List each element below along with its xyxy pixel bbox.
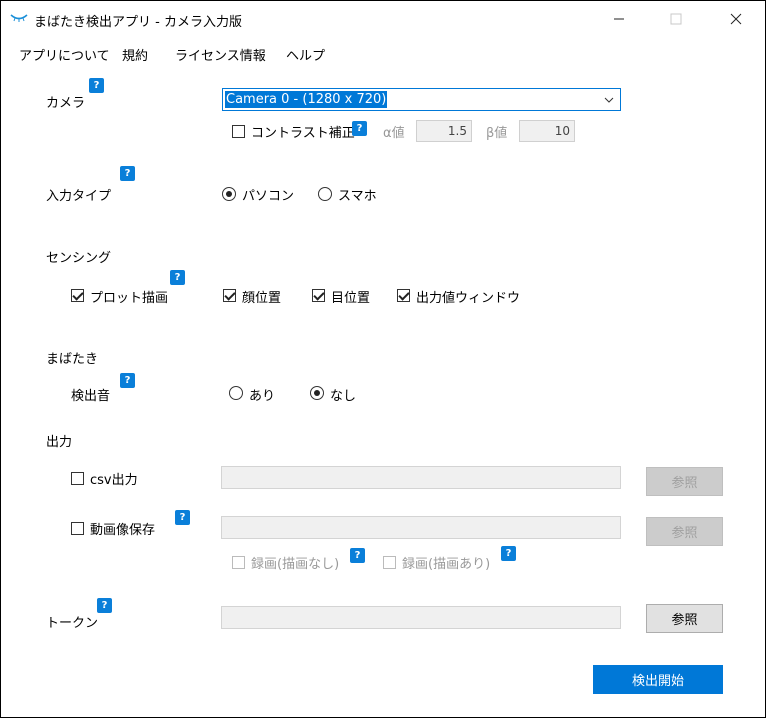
video-path-field <box>221 516 621 539</box>
record-draw-checkbox <box>383 556 396 569</box>
camera-select-value: Camera 0 - (1280 x 720) <box>225 91 388 108</box>
radio-pc[interactable] <box>222 187 236 201</box>
record-no-draw-help-button[interactable]: ? <box>350 548 365 563</box>
blink-label: まばたき <box>46 352 99 367</box>
beta-label: β値 <box>486 126 508 141</box>
maximize-icon <box>670 13 682 25</box>
record-no-draw-checkbox <box>232 556 245 569</box>
radio-sound-on-label: あり <box>249 389 276 404</box>
camera-label: カメラ <box>46 96 86 111</box>
menu-terms[interactable]: 規約 <box>122 45 148 64</box>
plot-checkbox[interactable] <box>71 289 84 302</box>
csv-path-field <box>221 466 621 489</box>
csv-label: csv出力 <box>90 473 138 488</box>
close-icon <box>730 13 742 25</box>
radio-sound-on[interactable] <box>229 386 243 400</box>
camera-help-button[interactable]: ? <box>89 78 104 93</box>
contrast-checkbox[interactable] <box>232 125 245 138</box>
app-eye-icon <box>10 14 28 22</box>
window-title: まばたき検出アプリ - カメラ入力版 <box>34 15 242 30</box>
start-detection-button[interactable]: 検出開始 <box>593 665 723 694</box>
title-bar: まばたき検出アプリ - カメラ入力版 <box>1 1 765 37</box>
video-browse-button: 参照 <box>646 517 723 546</box>
radio-sound-off[interactable] <box>310 386 324 400</box>
detect-sound-help-button[interactable]: ? <box>120 373 135 388</box>
maximize-button <box>653 1 699 37</box>
csv-checkbox[interactable] <box>71 472 84 485</box>
beta-input[interactable]: 10 <box>519 120 575 142</box>
menu-help[interactable]: ヘルプ <box>286 45 325 64</box>
token-browse-button[interactable]: 参照 <box>646 604 723 633</box>
plot-label: プロット描画 <box>90 291 169 306</box>
menu-license[interactable]: ライセンス情報 <box>175 45 266 64</box>
output-window-label: 出力値ウィンドウ <box>416 291 521 306</box>
output-window-checkbox[interactable] <box>397 289 410 302</box>
eye-position-checkbox[interactable] <box>312 289 325 302</box>
plot-help-button[interactable]: ? <box>170 270 185 285</box>
output-label: 出力 <box>46 435 73 450</box>
close-button[interactable] <box>713 1 759 37</box>
chevron-down-icon <box>604 97 614 103</box>
face-position-label: 顔位置 <box>242 291 282 306</box>
alpha-input[interactable]: 1.5 <box>416 120 472 142</box>
eye-position-label: 目位置 <box>331 291 371 306</box>
record-draw-help-button[interactable]: ? <box>501 546 516 561</box>
contrast-help-button[interactable]: ? <box>352 121 367 136</box>
detect-sound-label: 検出音 <box>71 389 111 404</box>
app-window: まばたき検出アプリ - カメラ入力版 アプリについて 規約 ライセンス情報 ヘル… <box>0 0 766 718</box>
token-help-button[interactable]: ? <box>97 598 112 613</box>
radio-smartphone[interactable] <box>318 187 332 201</box>
alpha-label: α値 <box>383 126 405 141</box>
token-path-field <box>221 606 621 629</box>
radio-sound-off-label: なし <box>330 389 357 404</box>
record-no-draw-label: 録画(描画なし) <box>251 557 340 572</box>
record-draw-label: 録画(描画あり) <box>402 557 491 572</box>
video-save-checkbox[interactable] <box>71 522 84 535</box>
radio-smartphone-label: スマホ <box>338 189 377 204</box>
input-type-help-button[interactable]: ? <box>120 166 135 181</box>
token-label: トークン <box>46 616 99 631</box>
sensing-label: センシング <box>46 251 112 266</box>
minimize-icon <box>614 18 624 20</box>
contrast-label: コントラスト補正 <box>251 126 355 141</box>
minimize-button[interactable] <box>596 1 642 37</box>
camera-select[interactable]: Camera 0 - (1280 x 720) <box>222 88 621 111</box>
face-position-checkbox[interactable] <box>223 289 236 302</box>
menu-about[interactable]: アプリについて <box>19 45 110 64</box>
radio-pc-label: パソコン <box>242 189 295 204</box>
input-type-label: 入力タイプ <box>46 189 112 204</box>
video-save-help-button[interactable]: ? <box>175 510 190 525</box>
video-save-label: 動画像保存 <box>90 523 156 538</box>
csv-browse-button: 参照 <box>646 467 723 496</box>
